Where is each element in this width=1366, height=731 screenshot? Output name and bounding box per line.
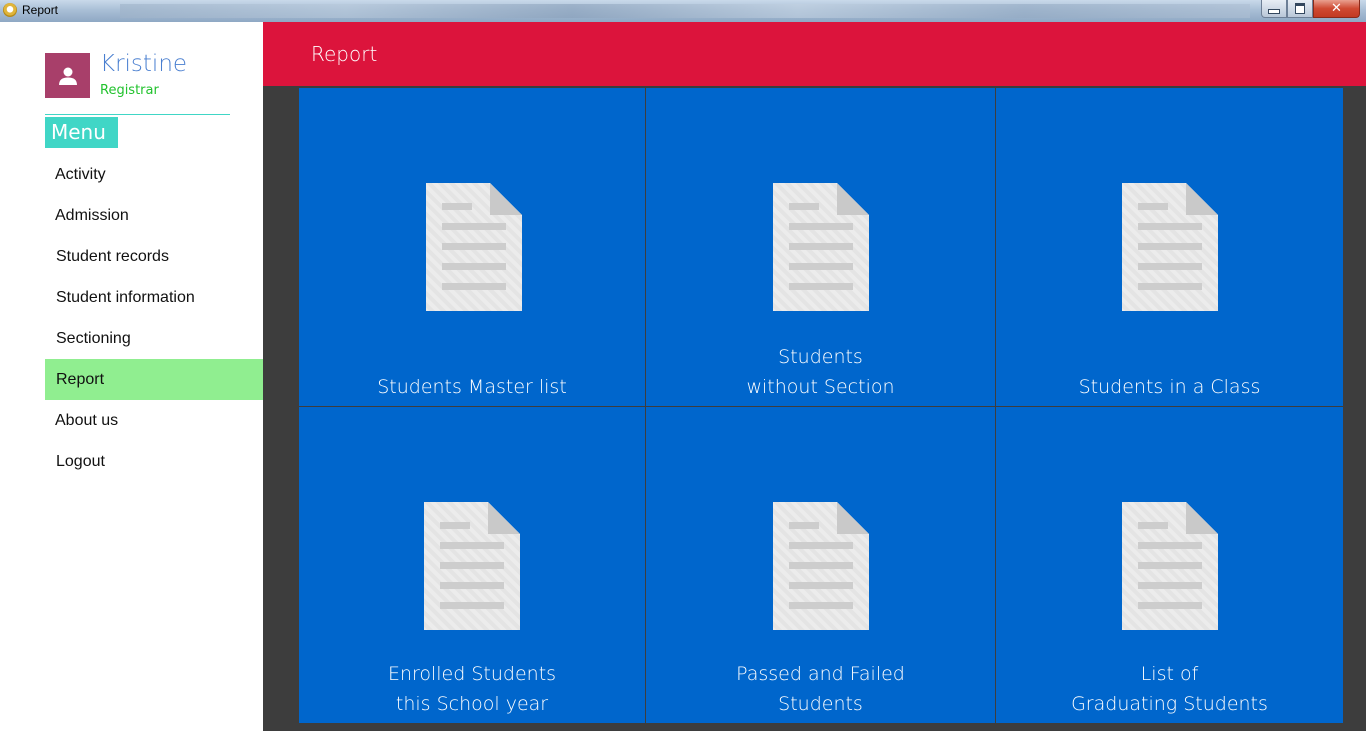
nav-item-report[interactable]: Report [45, 359, 263, 400]
document-icon [773, 183, 869, 311]
report-label: Students without Section [746, 346, 895, 398]
sidebar: Kristine Registrar Menu Activity Admissi… [0, 22, 263, 731]
avatar [45, 53, 90, 98]
report-enrolled-students[interactable]: Enrolled Students this School year [299, 407, 645, 723]
report-students-without-section[interactable]: Students without Section [646, 88, 995, 406]
window-title: Report [22, 3, 59, 17]
user-name: Kristine [100, 51, 188, 77]
document-icon [424, 502, 520, 630]
report-label: List of Graduating Students [1071, 663, 1268, 715]
nav-item-sectioning[interactable]: Sectioning [45, 318, 263, 359]
nav-item-about-us[interactable]: About us [45, 400, 263, 441]
minimize-icon [1268, 9, 1280, 14]
nav-item-admission[interactable]: Admission [45, 195, 263, 236]
restore-icon [1295, 3, 1305, 14]
report-students-master-list[interactable]: Students Master list [299, 88, 645, 406]
document-icon [1122, 502, 1218, 630]
sidebar-divider [45, 114, 230, 115]
titlebar-background [120, 4, 1250, 18]
minimize-button[interactable] [1261, 0, 1287, 18]
report-passed-and-failed[interactable]: Passed and Failed Students [646, 407, 995, 723]
menu-heading: Menu [45, 117, 118, 148]
user-icon [58, 67, 77, 85]
page-header: Report [263, 22, 1366, 86]
report-label: Enrolled Students this School year [387, 663, 557, 715]
close-button[interactable]: ✕ [1313, 0, 1360, 18]
nav-item-activity[interactable]: Activity [45, 154, 263, 195]
report-label: Students Master list [377, 376, 567, 398]
report-students-in-a-class[interactable]: Students in a Class [996, 88, 1343, 406]
nav-item-student-records[interactable]: Student records [45, 236, 263, 277]
app-icon [3, 3, 17, 17]
document-icon [773, 502, 869, 630]
report-label: Passed and Failed Students [736, 663, 905, 715]
document-icon [1122, 183, 1218, 311]
document-icon [426, 183, 522, 311]
nav-item-logout[interactable]: Logout [45, 441, 263, 482]
report-graduating-students[interactable]: List of Graduating Students [996, 407, 1343, 723]
close-icon: ✕ [1331, 1, 1342, 16]
user-role: Registrar [100, 83, 159, 98]
nav-item-student-information[interactable]: Student information [45, 277, 263, 318]
page-title: Report [311, 42, 378, 66]
window-titlebar: Report ✕ [0, 0, 1366, 22]
report-label: Students in a Class [1078, 376, 1261, 398]
restore-button[interactable] [1287, 0, 1313, 18]
